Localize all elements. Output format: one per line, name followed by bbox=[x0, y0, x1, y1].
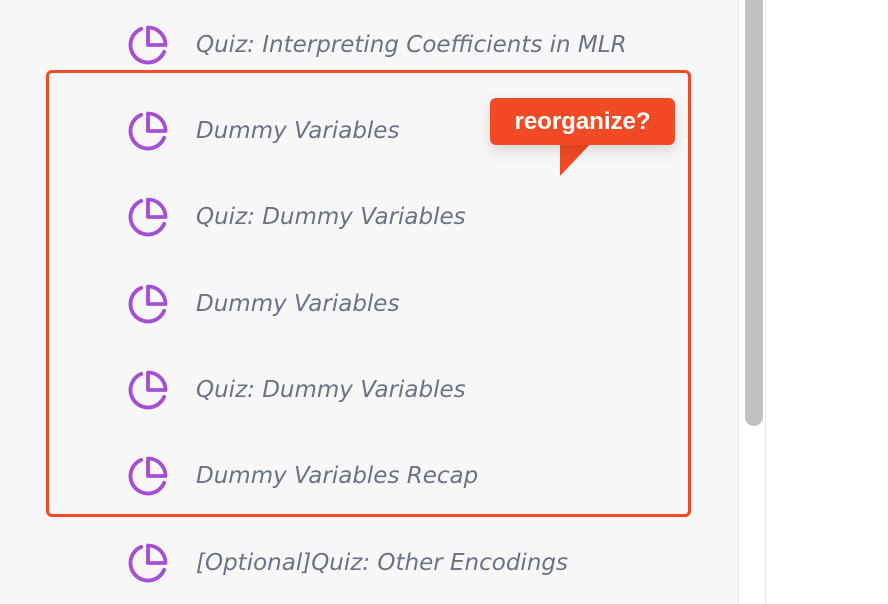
pie-chart-icon bbox=[126, 454, 170, 498]
pie-chart-icon bbox=[126, 195, 170, 239]
lesson-label: Quiz: Interpreting Coefficients in MLR bbox=[196, 32, 627, 58]
scrollbar-thumb[interactable] bbox=[745, 0, 763, 426]
pie-chart-icon bbox=[126, 109, 170, 153]
lesson-item[interactable]: Quiz: Dummy Variables bbox=[126, 194, 466, 240]
lesson-label: Dummy Variables bbox=[196, 118, 400, 144]
annotation-callout: reorganize? bbox=[490, 98, 675, 145]
lesson-item[interactable]: Dummy Variables Recap bbox=[126, 453, 478, 499]
callout-tail bbox=[560, 140, 594, 176]
lesson-label: Quiz: Dummy Variables bbox=[196, 204, 466, 230]
lesson-sidebar: Quiz: Interpreting Coefficients in MLR D… bbox=[0, 0, 739, 604]
lesson-label: Dummy Variables bbox=[196, 291, 400, 317]
pie-chart-icon bbox=[126, 282, 170, 326]
pie-chart-icon bbox=[126, 23, 170, 67]
lesson-label: Quiz: Dummy Variables bbox=[196, 377, 466, 403]
lesson-item[interactable]: [Optional]Quiz: Other Encodings bbox=[126, 540, 568, 586]
lesson-item[interactable]: Quiz: Dummy Variables bbox=[126, 367, 466, 413]
pie-chart-icon bbox=[126, 541, 170, 585]
lesson-label: Dummy Variables Recap bbox=[196, 463, 479, 489]
lesson-label: [Optional]Quiz: Other Encodings bbox=[196, 550, 568, 576]
pie-chart-icon bbox=[126, 368, 170, 412]
lesson-item[interactable]: Quiz: Interpreting Coefficients in MLR bbox=[126, 22, 627, 68]
divider bbox=[765, 0, 766, 604]
lesson-item[interactable]: Dummy Variables bbox=[126, 108, 399, 154]
lesson-item[interactable]: Dummy Variables bbox=[126, 281, 399, 327]
